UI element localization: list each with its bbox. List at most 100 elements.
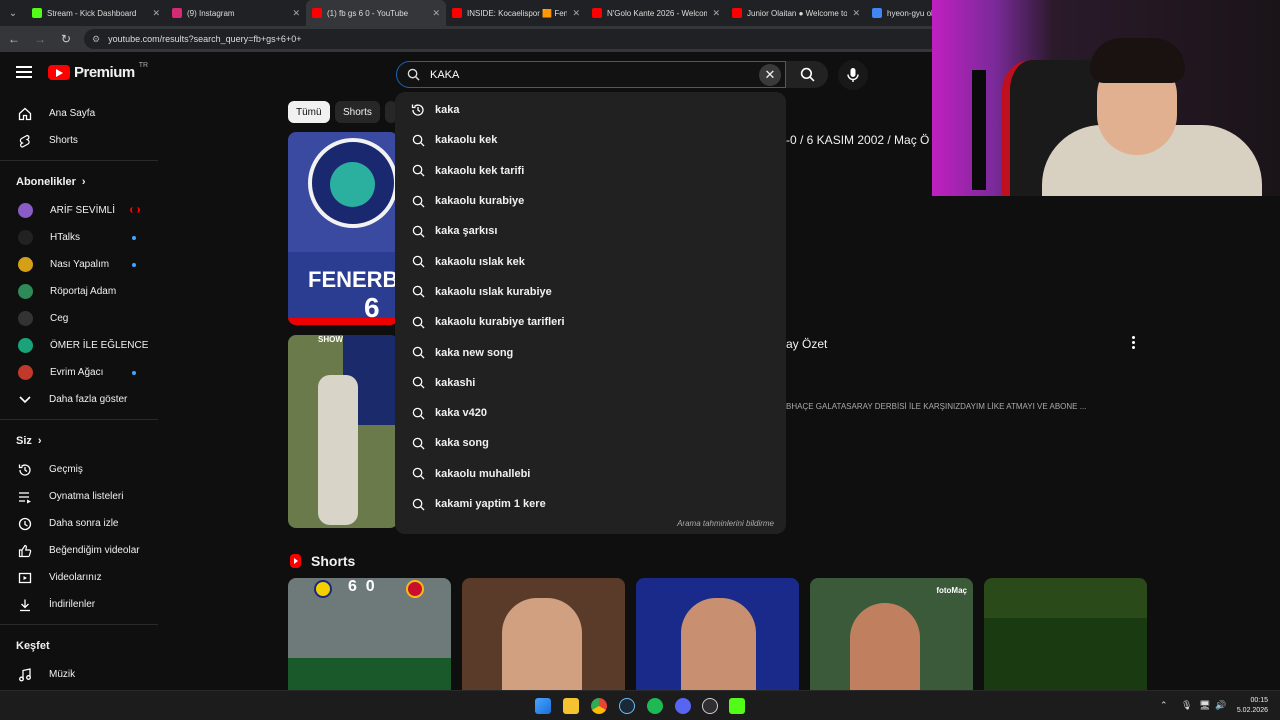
galatasaray-badge-icon <box>406 580 424 598</box>
suggestion-item[interactable]: kaka <box>395 95 786 125</box>
you-label: Siz <box>16 435 32 447</box>
steam-icon[interactable] <box>619 698 635 714</box>
video-options-button[interactable] <box>1126 334 1140 350</box>
suggestion-item[interactable]: kakashi <box>395 368 786 398</box>
back-icon[interactable]: ← <box>6 32 22 46</box>
sidebar-item-label: Beğendiğim videolar <box>49 545 140 556</box>
site-info-icon[interactable]: ⚙ <box>92 34 100 45</box>
short-thumbnail[interactable]: 6 0 <box>288 578 451 690</box>
clear-search-button[interactable]: ✕ <box>759 63 781 86</box>
suggestion-item[interactable]: kaka song <box>395 428 786 458</box>
sidebar-item-be-endi-im-videolar[interactable]: Beğendiğim videolar <box>0 537 160 564</box>
history-icon <box>18 463 32 477</box>
youtube-premium-logo[interactable]: Premium TR <box>48 62 148 81</box>
short-overlay-text: 6 0 <box>348 578 375 595</box>
subscription-item[interactable]: Röportaj Adam <box>0 278 160 305</box>
search-box[interactable]: KAKA ✕ <box>396 61 786 88</box>
sidebar-item-oynatma-listeleri[interactable]: Oynatma listeleri <box>0 483 160 510</box>
subscription-item[interactable]: ARİF SEVİMLİ <box>0 197 160 224</box>
file-explorer-icon[interactable] <box>563 698 579 714</box>
sidebar-item-ana-sayfa[interactable]: Ana Sayfa <box>0 100 160 127</box>
suggestion-item[interactable]: kakaolu ıslak kek <box>395 246 786 276</box>
chevron-right-icon: › <box>81 176 86 188</box>
sidebar-item-daha-sonra-izle[interactable]: Daha sonra izle <box>0 510 160 537</box>
report-predictions-link[interactable]: Arama tahminlerini bildirme <box>677 519 774 528</box>
short-person <box>502 598 582 690</box>
obs-icon[interactable] <box>702 698 718 714</box>
forward-icon[interactable]: → <box>32 32 48 46</box>
sidebar-item-ge-mi[interactable]: Geçmiş <box>0 456 160 483</box>
tab-favicon-icon <box>312 8 322 18</box>
system-clock[interactable]: 00:15 5.02.2026 <box>1237 696 1268 716</box>
video-thumbnail-1[interactable]: FENERBA 6 <box>288 132 398 325</box>
browser-tab[interactable]: N'Golo Kante 2026 - Welcom ✕ <box>586 0 726 26</box>
suggestion-item[interactable]: kakaolu kurabiye tarifleri <box>395 307 786 337</box>
subscription-item[interactable]: ÖMER İLE EĞLENCE <box>0 332 160 359</box>
tab-search-button[interactable]: ⌄ <box>0 0 26 26</box>
tab-close-icon[interactable]: ✕ <box>852 8 860 19</box>
tray-volume-icon[interactable]: 🔊 <box>1215 700 1226 711</box>
voice-search-button[interactable] <box>838 60 868 90</box>
show-more-button[interactable]: Daha fazla göster <box>0 386 160 413</box>
subscription-item[interactable]: Ceg <box>0 305 160 332</box>
shorts-icon <box>18 134 32 148</box>
suggestion-item[interactable]: kaka şarkısı <box>395 216 786 246</box>
windows-start-icon[interactable] <box>535 698 551 714</box>
short-thumbnail[interactable]: koridorda bizi <box>462 578 625 690</box>
chip-all[interactable]: Tümü <box>288 101 330 123</box>
sidebar: Ana Sayfa Shorts Abonelikler › ARİF SEVİML… <box>0 96 160 696</box>
tray-microphone-icon[interactable]: 🎙 <box>1181 700 1192 711</box>
webcam-guitar <box>972 70 986 190</box>
tab-close-icon[interactable]: ✕ <box>712 8 720 19</box>
video-title-2[interactable]: ay Özet <box>786 337 827 351</box>
subscription-label: ÖMER İLE EĞLENCE <box>50 340 149 351</box>
short-thumbnail[interactable]: fotoMaç <box>810 578 973 690</box>
menu-icon[interactable] <box>16 66 32 78</box>
tray-network-icon[interactable]: 🖥 <box>1199 700 1210 711</box>
short-thumbnail[interactable] <box>984 578 1147 690</box>
sidebar-item-label: Daha sonra izle <box>49 518 119 529</box>
sidebar-item-shorts[interactable]: Shorts <box>0 127 160 154</box>
sidebar-item-i-ndirilenler[interactable]: İndirilenler <box>0 591 160 618</box>
video-thumbnail-2[interactable]: SHOW <box>288 335 398 528</box>
discord-icon[interactable] <box>675 698 691 714</box>
subscriptions-heading[interactable]: Abonelikler › <box>0 167 160 197</box>
address-bar[interactable]: ⚙ youtube.com/results?search_query=fb+gs… <box>84 29 944 49</box>
search-button[interactable] <box>786 61 828 88</box>
tab-close-icon[interactable]: ✕ <box>152 8 160 19</box>
suggestion-item[interactable]: kakaolu ıslak kurabiye <box>395 277 786 307</box>
tab-close-icon[interactable]: ✕ <box>432 8 440 19</box>
suggestion-item[interactable]: kakami yaptim 1 kere <box>395 489 786 519</box>
browser-tab[interactable]: (1) fb gs 6 0 - YouTube ✕ <box>306 0 446 26</box>
browser-tab[interactable]: Stream - Kick Dashboard ✕ <box>26 0 166 26</box>
short-thumbnail[interactable] <box>636 578 799 690</box>
video-title-1[interactable]: -0 / 6 KASIM 2002 / Maç Ö <box>786 133 929 147</box>
spotify-icon[interactable] <box>647 698 663 714</box>
chrome-icon[interactable] <box>591 698 607 714</box>
sidebar-item-m-zik[interactable]: Müzik <box>0 661 160 688</box>
reload-icon[interactable]: ↻ <box>58 32 74 46</box>
sidebar-item-videolar-n-z[interactable]: Videolarınız <box>0 564 160 591</box>
tab-close-icon[interactable]: ✕ <box>572 8 580 19</box>
suggestion-item[interactable]: kakaolu kek <box>395 125 786 155</box>
kick-icon[interactable] <box>729 698 745 714</box>
sidebar-item-label: Geçmiş <box>49 464 83 475</box>
search-input[interactable]: KAKA <box>430 69 749 81</box>
browser-tab[interactable]: Junior Olaitan ● Welcome to ✕ <box>726 0 866 26</box>
url-text: youtube.com/results?search_query=fb+gs+6… <box>108 34 302 44</box>
suggestion-item[interactable]: kakaolu kurabiye <box>395 186 786 216</box>
suggestion-item[interactable]: kakaolu muhallebi <box>395 459 786 489</box>
suggestion-text: kaka şarkısı <box>435 225 498 238</box>
tab-close-icon[interactable]: ✕ <box>292 8 300 19</box>
browser-tab[interactable]: (9) Instagram ✕ <box>166 0 306 26</box>
subscription-item[interactable]: Nası Yapalım <box>0 251 160 278</box>
tray-chevron-up-icon[interactable]: ⌃ <box>1160 700 1168 711</box>
suggestion-item[interactable]: kaka v420 <box>395 398 786 428</box>
suggestion-item[interactable]: kaka new song <box>395 337 786 367</box>
chip-shorts[interactable]: Shorts <box>335 101 380 123</box>
subscription-item[interactable]: Evrim Ağacı <box>0 359 160 386</box>
suggestion-item[interactable]: kakaolu kek tarifi <box>395 156 786 186</box>
browser-tab[interactable]: INSIDE: Kocaelispor 🟧 Fene ✕ <box>446 0 586 26</box>
subscription-item[interactable]: HTalks <box>0 224 160 251</box>
you-heading[interactable]: Siz › <box>0 426 160 456</box>
